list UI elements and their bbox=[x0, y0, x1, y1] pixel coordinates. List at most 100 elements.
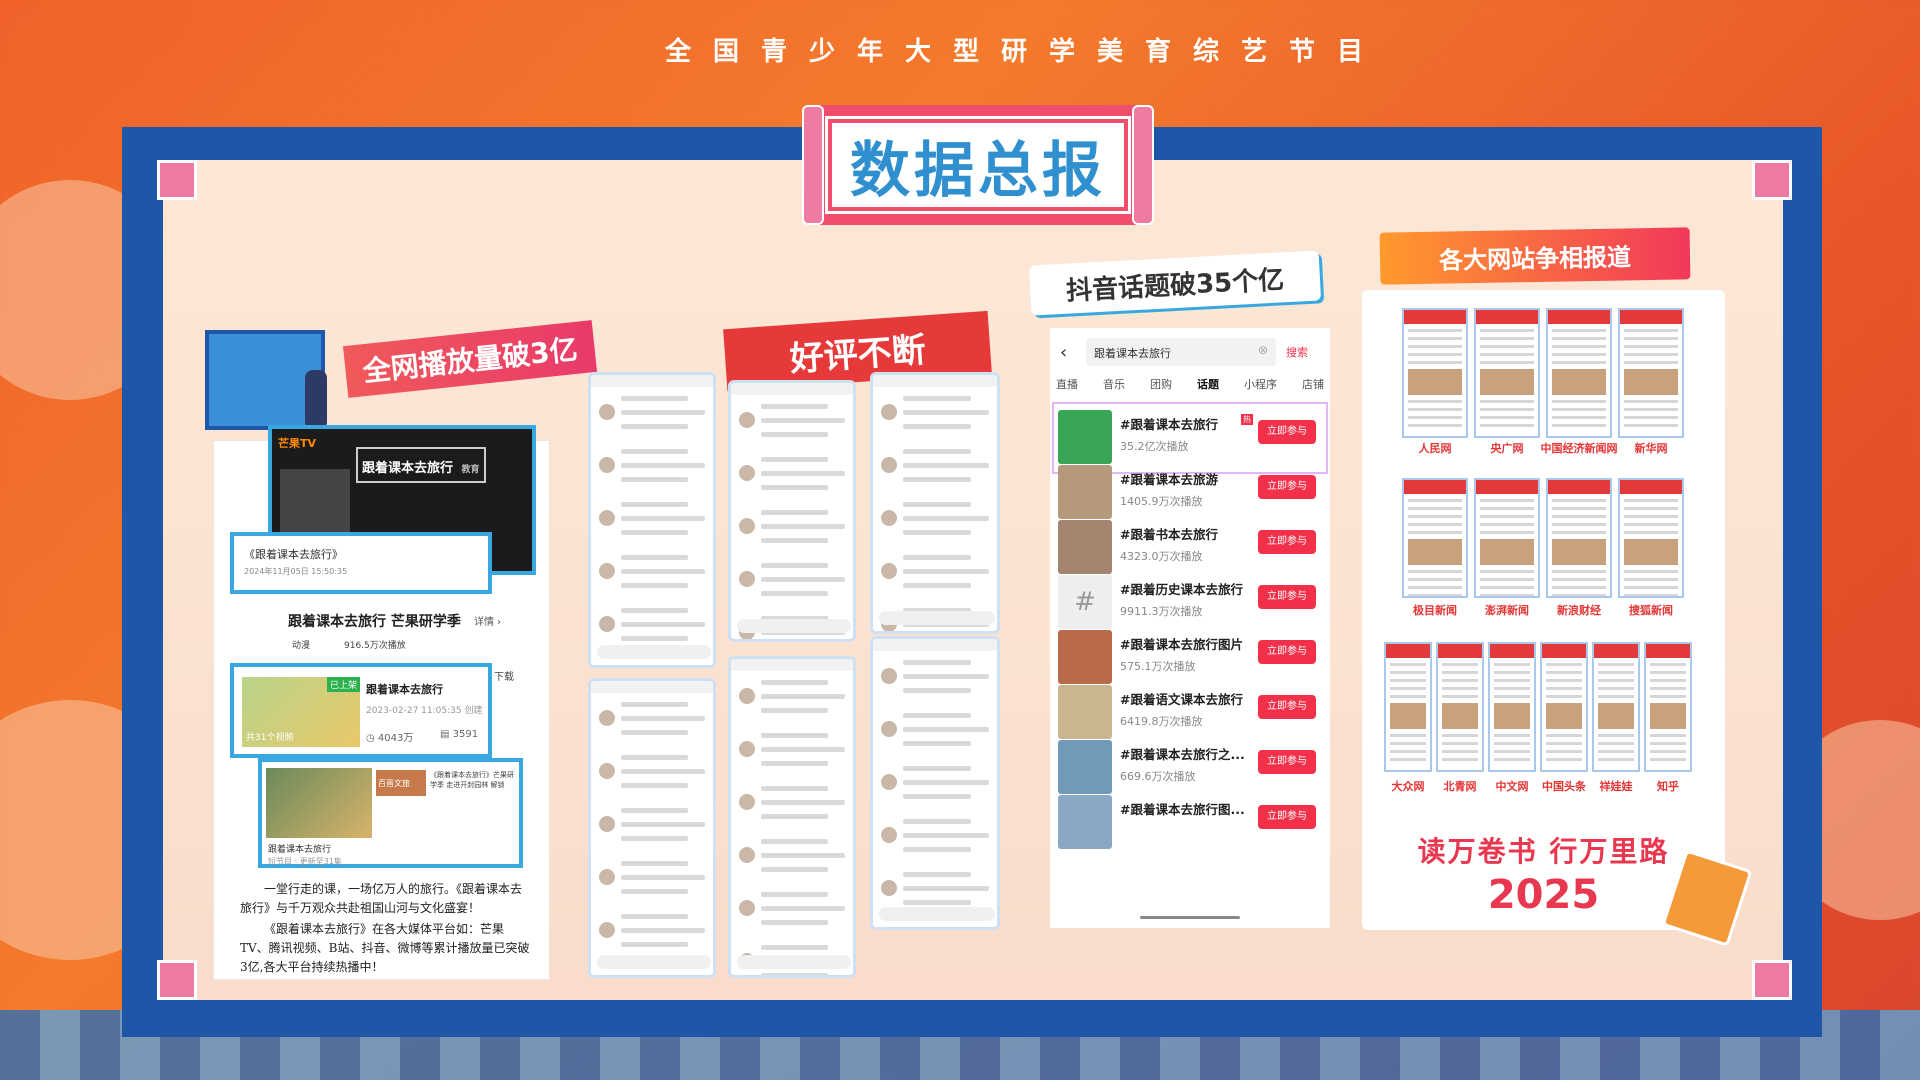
comment-item bbox=[731, 786, 853, 830]
news-outlet-label: 知乎 bbox=[1657, 780, 1679, 793]
topic-plays: 35.2亿次播放 bbox=[1120, 440, 1189, 453]
news-outlet-label: 中国头条 bbox=[1542, 780, 1586, 793]
playlist-item-text: 《跟着课本去旅行》芒果研学季 走进开封园林 解锁 bbox=[430, 771, 514, 789]
status-bar bbox=[731, 383, 853, 395]
bilibili-card[interactable]: 已上架 共31个视频 跟着课本去旅行 2023-02-27 11:05:35 创… bbox=[230, 663, 492, 758]
back-arrow-icon[interactable]: ‹ bbox=[1060, 342, 1067, 363]
mango-title: 跟着课本去旅行 bbox=[362, 461, 454, 476]
review-phone-screenshot bbox=[728, 380, 856, 642]
avatar bbox=[881, 563, 897, 579]
tab-topic[interactable]: 话题 bbox=[1197, 376, 1219, 400]
news-screenshot bbox=[1488, 642, 1536, 772]
tab-group-buy[interactable]: 团购 bbox=[1150, 376, 1172, 400]
avatar bbox=[881, 721, 897, 737]
join-topic-button[interactable]: 立即参与 bbox=[1258, 805, 1316, 829]
comment-item bbox=[731, 839, 853, 883]
news-outlet-label: 北青网 bbox=[1443, 780, 1477, 793]
avatar bbox=[739, 465, 755, 481]
review-phone-screenshot bbox=[588, 678, 716, 978]
topic-tag: #跟着语文课本去旅行 bbox=[1120, 692, 1243, 707]
news-screenshot bbox=[1436, 642, 1484, 772]
corner-decoration bbox=[157, 960, 197, 1000]
join-topic-button[interactable]: 立即参与 bbox=[1258, 750, 1316, 774]
avatar bbox=[881, 457, 897, 473]
search-text: 跟着课本去旅行 bbox=[1094, 347, 1171, 360]
comment-item bbox=[731, 680, 853, 724]
join-topic-button[interactable]: 立即参与 bbox=[1258, 585, 1316, 609]
comment-item bbox=[731, 563, 853, 607]
topic-tag: #跟着书本去旅行 bbox=[1120, 527, 1218, 542]
comment-input[interactable] bbox=[879, 907, 995, 921]
comment-input[interactable] bbox=[879, 611, 995, 625]
tab-music[interactable]: 音乐 bbox=[1103, 376, 1125, 400]
comment-item bbox=[873, 819, 997, 863]
topic-thumbnail bbox=[1058, 630, 1112, 684]
scroll-rod bbox=[1132, 105, 1154, 225]
comment-item bbox=[731, 892, 853, 936]
comment-item bbox=[731, 404, 853, 448]
news-outlet-label: 中文网 bbox=[1495, 780, 1529, 793]
program-title: 全国青少年大型研学美育综艺节目 bbox=[664, 37, 1385, 67]
mango-tag: 教育 bbox=[461, 465, 480, 475]
news-screenshot bbox=[1644, 642, 1692, 772]
comment-item bbox=[731, 510, 853, 554]
comment-item bbox=[873, 449, 997, 493]
series-card[interactable]: 跟着课本去旅行 芒果研学季 详情 › 动漫 916.5万次播放 bbox=[278, 605, 536, 663]
topic-tag: #跟着课本去旅行之... bbox=[1120, 747, 1245, 762]
news-outlet-label: 澎湃新闻 bbox=[1485, 604, 1529, 617]
review-phone-screenshot bbox=[588, 372, 716, 668]
join-topic-button[interactable]: 立即参与 bbox=[1258, 420, 1316, 444]
comment-item bbox=[591, 702, 713, 746]
topic-thumbnail bbox=[1058, 685, 1112, 739]
playlist-title: 跟着课本去旅行 bbox=[268, 845, 332, 855]
episode-card[interactable]: 《跟着课本去旅行》 2024年11月05日 15:50:35 bbox=[230, 532, 492, 594]
topic-row[interactable]: #跟着书本去旅行 4323.0万次播放 立即参与 bbox=[1058, 516, 1322, 578]
review-phone-screenshot bbox=[728, 656, 856, 978]
collection-date: 2023-02-27 11:05:35 创建 bbox=[366, 706, 483, 716]
comment-item bbox=[591, 502, 713, 546]
comment-input[interactable] bbox=[737, 619, 851, 633]
comment-input[interactable] bbox=[597, 645, 711, 659]
topic-row[interactable]: #跟着课本去旅行 热 35.2亿次播放 立即参与 bbox=[1058, 406, 1322, 468]
tab-store[interactable]: 店铺 bbox=[1302, 376, 1324, 400]
topic-thumbnail bbox=[1058, 520, 1112, 574]
topic-row[interactable]: #跟着课本去旅游 1405.9万次播放 立即参与 bbox=[1058, 461, 1322, 523]
slogan: 读万卷书 行万里路 bbox=[1417, 835, 1670, 868]
comment-item bbox=[873, 766, 997, 810]
mango-tv-logo: 芒果TV bbox=[278, 437, 317, 450]
join-topic-button[interactable]: 立即参与 bbox=[1258, 530, 1316, 554]
avatar bbox=[599, 563, 615, 579]
download-button[interactable]: 下载 bbox=[494, 668, 514, 683]
comment-input[interactable] bbox=[737, 955, 851, 969]
series-title: 跟着课本去旅行 芒果研学季 bbox=[288, 614, 461, 630]
comment-input[interactable] bbox=[597, 955, 711, 969]
topic-row[interactable]: #跟着课本去旅行图... 立即参与 bbox=[1058, 791, 1322, 853]
search-input[interactable]: 跟着课本去旅行 ⊗ bbox=[1086, 338, 1276, 366]
comment-item bbox=[591, 755, 713, 799]
join-topic-button[interactable]: 立即参与 bbox=[1258, 640, 1316, 664]
avatar bbox=[599, 510, 615, 526]
avatar bbox=[739, 518, 755, 534]
topic-row[interactable]: #跟着课本去旅行之... 669.6万次播放 立即参与 bbox=[1058, 736, 1322, 798]
news-panel: 人民网 央广网 中国经济新闻网 新华网 极目新闻 澎湃新闻 新浪财经 搜狐新闻 大众网 北青网 中文… bbox=[1362, 290, 1725, 930]
join-topic-button[interactable]: 立即参与 bbox=[1258, 475, 1316, 499]
cover-thumbnail bbox=[280, 469, 350, 539]
search-button[interactable]: 搜索 bbox=[1286, 344, 1308, 360]
tab-live[interactable]: 直播 bbox=[1056, 376, 1078, 400]
series-detail-link[interactable]: 详情 › bbox=[474, 613, 501, 628]
clear-icon[interactable]: ⊗ bbox=[1258, 343, 1268, 357]
topic-row[interactable]: # #跟着历史课本去旅行 9911.3万次播放 立即参与 bbox=[1058, 571, 1322, 633]
playlist-card[interactable]: 跟着课本去旅行 短节目 · 更新至31集 百晋文旅 《跟着课本去旅行》芒果研学季… bbox=[258, 758, 523, 868]
series-category: 动漫 bbox=[292, 641, 311, 651]
topic-row[interactable]: #跟着语文课本去旅行 6419.8万次播放 立即参与 bbox=[1058, 681, 1322, 743]
episode-name: 《跟着课本去旅行》 bbox=[244, 548, 343, 561]
avatar bbox=[881, 827, 897, 843]
news-screenshot bbox=[1546, 308, 1612, 438]
news-outlet-label: 新华网 bbox=[1634, 442, 1668, 455]
topic-row[interactable]: #跟着课本去旅行图片 575.1万次播放 立即参与 bbox=[1058, 626, 1322, 688]
news-headline: 各大网站争相报道 bbox=[1379, 227, 1691, 285]
join-topic-button[interactable]: 立即参与 bbox=[1258, 695, 1316, 719]
topic-tag: #跟着课本去旅行图片 bbox=[1120, 637, 1243, 652]
tab-mini-program[interactable]: 小程序 bbox=[1244, 376, 1277, 400]
avatar bbox=[881, 880, 897, 896]
